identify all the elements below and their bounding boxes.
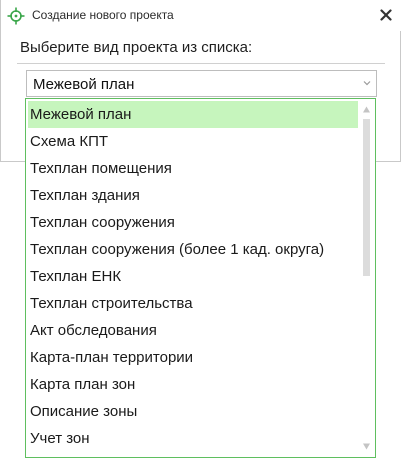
chevron-down-icon[interactable] — [363, 79, 371, 87]
select-value: Межевой план — [33, 76, 135, 93]
crosshair-icon — [7, 7, 25, 25]
list-item[interactable]: Техплан ЕНК — [28, 263, 358, 290]
divider — [17, 63, 385, 64]
window-title: Создание нового проекта — [32, 8, 174, 22]
list-item[interactable]: Учет зон — [28, 425, 358, 452]
prompt-label: Выберите вид проекта из списка: — [20, 39, 253, 56]
list-item[interactable]: Техплан сооружения — [28, 209, 358, 236]
list-item[interactable]: Техплан строительства — [28, 290, 358, 317]
scroll-up-icon[interactable] — [362, 105, 371, 114]
close-icon — [380, 9, 392, 21]
title-bar: Создание нового проекта — [1, 0, 402, 31]
list-item[interactable]: Карта-план территории — [28, 344, 358, 371]
list-item[interactable]: Техплан помещения — [28, 155, 358, 182]
list-item[interactable]: Межевой план — [28, 101, 358, 128]
close-button[interactable] — [377, 6, 395, 24]
list-item[interactable]: Карта план зон — [28, 371, 358, 398]
scroll-thumb[interactable] — [363, 119, 370, 276]
list-item[interactable]: Схема КПТ — [28, 128, 358, 155]
vertical-scrollbar[interactable] — [358, 99, 375, 457]
scroll-down-icon[interactable] — [362, 442, 371, 451]
option-list: Межевой план Схема КПТ Техплан помещения… — [28, 101, 358, 452]
dropdown-list: Межевой план Схема КПТ Техплан помещения… — [25, 98, 376, 458]
list-item[interactable]: Акт обследования — [28, 317, 358, 344]
list-item[interactable]: Техплан сооружения (более 1 кад. округа) — [28, 236, 358, 263]
list-item[interactable]: Описание зоны — [28, 398, 358, 425]
project-type-select[interactable]: Межевой план — [26, 70, 377, 97]
list-item[interactable]: Техплан здания — [28, 182, 358, 209]
